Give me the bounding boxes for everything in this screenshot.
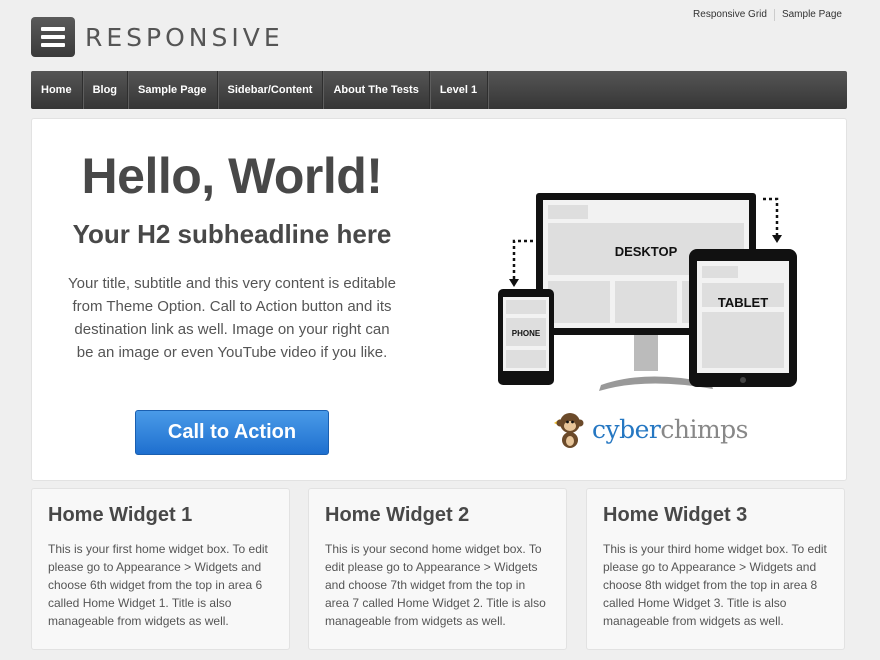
nav-blog[interactable]: Blog <box>83 71 129 109</box>
hero-title: Hello, World! <box>81 148 383 204</box>
nav-about-the-tests[interactable]: About The Tests <box>323 71 430 109</box>
top-link-responsive-grid[interactable]: Responsive Grid <box>686 9 775 21</box>
tablet-label: TABLET <box>718 295 768 310</box>
widget-text: This is your first home widget box. To e… <box>48 542 268 628</box>
hero-section: Hello, World! Your H2 subheadline here Y… <box>31 118 847 481</box>
widget-title: Home Widget 2 <box>325 504 470 526</box>
logo-text: RESPONSIVE <box>85 22 284 52</box>
brand-part-1: cyber <box>592 414 661 444</box>
devices-illustration: DESKTOP TABLET PHONE <box>498 193 797 391</box>
widget-text: This is your second home widget box. To … <box>325 542 546 628</box>
home-widget-2: Home Widget 2 This is your second home w… <box>308 488 567 650</box>
desktop-label: DESKTOP <box>615 244 678 259</box>
brand-part-2: chimps <box>660 414 749 444</box>
nav-sample-page[interactable]: Sample Page <box>128 71 218 109</box>
widget-title: Home Widget 3 <box>603 504 748 526</box>
home-widget-1: Home Widget 1 This is your first home wi… <box>31 488 290 650</box>
cyberchimps-logo[interactable]: cyberchimps <box>548 409 749 449</box>
nav-level-1[interactable]: Level 1 <box>430 71 489 109</box>
chimp-icon <box>554 413 584 448</box>
top-links: Responsive Grid Sample Page <box>686 9 842 21</box>
call-to-action-button[interactable]: Call to Action <box>135 410 329 455</box>
nav-sidebar-content[interactable]: Sidebar/Content <box>218 71 324 109</box>
widget-title: Home Widget 1 <box>48 504 193 526</box>
widget-text: This is your third home widget box. To e… <box>603 542 827 628</box>
hero-body: Your title, subtitle and this very conte… <box>68 275 396 361</box>
hero-subtitle: Your H2 subheadline here <box>72 219 392 249</box>
nav-home[interactable]: Home <box>31 71 83 109</box>
menu-icon <box>31 17 75 57</box>
main-nav: Home Blog Sample Page Sidebar/Content Ab… <box>31 71 847 109</box>
phone-label: PHONE <box>512 329 541 338</box>
home-widget-3: Home Widget 3 This is your third home wi… <box>586 488 845 650</box>
site-logo[interactable]: RESPONSIVE <box>31 17 284 57</box>
top-link-sample-page[interactable]: Sample Page <box>775 9 842 21</box>
